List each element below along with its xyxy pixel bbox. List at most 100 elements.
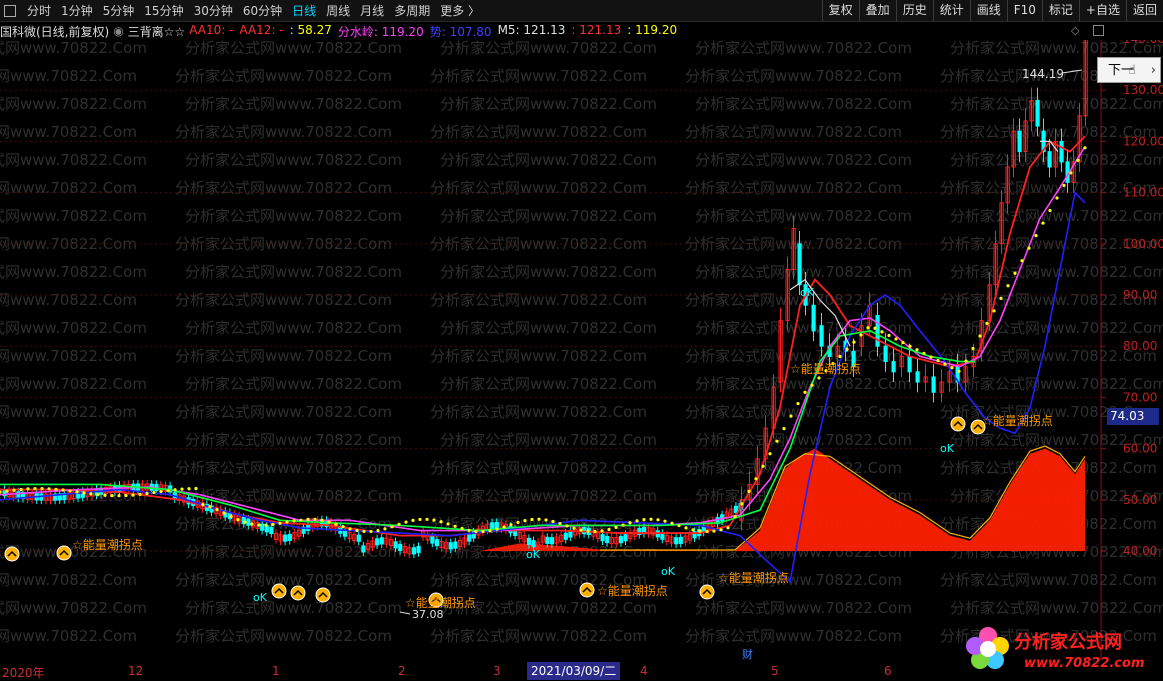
yellow-dot [173,488,177,492]
yellow-dot [1006,284,1010,288]
toolbar-button-3[interactable]: 统计 [932,0,970,21]
signal-badge-icon [4,546,20,562]
watermark-text: 分析家公式网www.70822.Com [175,459,392,477]
yellow-dot [131,493,135,497]
toolbar-button-5[interactable]: F10 [1006,0,1042,21]
yellow-dot [208,505,212,509]
period-tab-1[interactable]: 1分钟 [56,2,98,19]
toolbar-button-4[interactable]: 画线 [969,0,1007,21]
chevron-right-icon: › [1150,63,1156,78]
yellow-dot [334,522,338,526]
watermark-text: 分析家公式网www.70822.Com [695,431,912,449]
yellow-dot [271,522,275,527]
yellow-dot [292,519,296,523]
candle-body [545,536,550,544]
yellow-dot [327,520,331,524]
yellow-dot [544,518,548,522]
watermark-text: 分析家公式网www.70822.Com [0,375,147,393]
yellow-dot [257,523,261,527]
yellow-dot [390,525,394,529]
yellow-dot [635,519,639,523]
period-tab-5[interactable]: 60分钟 [238,2,287,19]
period-tab-6[interactable]: 日线 [287,2,321,19]
yellow-dot [194,486,198,491]
candle-body [393,541,398,549]
candle-body [246,518,251,526]
period-tab-8[interactable]: 月线 [355,2,389,19]
watermark-text: 分析家公式网www.70822.Com [440,95,657,113]
toolbar-button-8[interactable]: 返回 [1125,0,1163,21]
period-tab-10[interactable]: 更多 〉 [435,2,485,19]
yellow-dot [264,523,268,527]
toolbar-button-0[interactable]: 复权 [821,0,859,21]
price-label: 40.00 [1123,544,1157,558]
chevron-circle-icon[interactable]: ◉ [113,24,123,38]
indicator-values: AA10: - AA12: -: 58.27 分水岭: 119.20 势: 107.8… [189,23,683,40]
watermark-text: 分析家公式网www.70822.Com [950,151,1163,169]
yellow-dot [432,518,436,522]
yellow-dot [642,518,646,522]
yellow-dot [180,487,184,491]
indicator-name[interactable]: 三背离☆☆ [128,23,186,40]
fin-marker: 财 [742,647,753,661]
yellow-dot [397,522,401,526]
date-label-5: 4 [640,664,648,678]
watermark-text: 分析家公式网www.70822.Com [695,263,912,281]
candle-body [379,537,384,545]
candle-body [531,540,536,548]
yellow-dot [40,486,44,491]
period-tab-2[interactable]: 5分钟 [98,2,140,19]
watermark-text: 分析家公式网www.70822.Com [0,431,147,449]
toolbar-button-2[interactable]: 历史 [895,0,933,21]
yellow-dot [656,518,660,522]
toolbar-button-1[interactable]: 叠加 [858,0,896,21]
yellow-dot [47,487,51,491]
period-tab-4[interactable]: 30分钟 [189,2,238,19]
toolbar-button-7[interactable]: +自选 [1078,0,1126,21]
yellow-dot [96,493,100,497]
watermark-text: 分析家公式网www.70822.Com [430,291,647,309]
watermark-text: 分析家公式网www.70822.Com [175,347,392,365]
yellow-dot [1083,146,1087,150]
price-label: 80.00 [1123,339,1157,353]
diamond-icon[interactable]: ◇ [1071,24,1079,37]
next-button[interactable]: 下一 › ☝ [1097,57,1161,83]
yellow-dot [810,383,814,387]
yellow-dot [313,517,317,522]
yellow-dot [712,529,716,533]
date-label-2: 1 [272,664,280,678]
yellow-dot [600,529,604,533]
watermark-text: 分析家公式网www.70822.Com [0,599,147,617]
watermark-text: 分析家公式网www.70822.Com [685,179,902,197]
yellow-dot [754,477,758,481]
price-label: 130.00 [1123,83,1163,97]
yellow-dot [859,333,863,337]
period-tab-0[interactable]: 分时 [22,2,56,19]
yellow-dot [89,492,93,496]
watermark-text: 分析家公式网www.70822.Com [695,599,912,617]
window-square-icon[interactable] [4,4,16,17]
period-tab-3[interactable]: 15分钟 [139,2,188,19]
yellow-dot [677,523,681,528]
toolbar-button-6[interactable]: 标记 [1041,0,1079,21]
watermark-text: 分析家公式网www.70822.Com [185,207,402,225]
yellow-dot [929,355,933,359]
yellow-dot [243,520,247,524]
watermark-text: 分析家公式网www.70822.Com [950,263,1163,281]
date-axis: 2020年 12 1 2 3 4 5 6 2021/03/09/二 [0,662,1100,681]
period-tab-7[interactable]: 周线 [321,2,355,19]
yellow-dot [936,358,940,363]
yellow-dot [369,529,373,534]
flower-logo-icon [966,627,1009,669]
yellow-dot [103,493,107,497]
yellow-dot [726,526,730,530]
watermark-text: 分析家公式网www.70822.Com [440,207,657,225]
period-tabs: 分时 1分钟 5分钟 15分钟 30分钟 60分钟 日线 周线 月线 多周期 更多 〉 [22,2,485,19]
yellow-dot [761,464,765,468]
candle-body [434,539,440,547]
ok-label: oK [800,286,815,299]
watermark-text: 分析家公式网www.70822.Com [695,40,912,57]
panel-toggle-icon[interactable] [1093,25,1104,36]
kline-chart[interactable]: 分析家公式网www.70822.Com 分析家公式网www.70822.Com 分析… [0,40,1163,662]
period-tab-9[interactable]: 多周期 [389,2,435,19]
